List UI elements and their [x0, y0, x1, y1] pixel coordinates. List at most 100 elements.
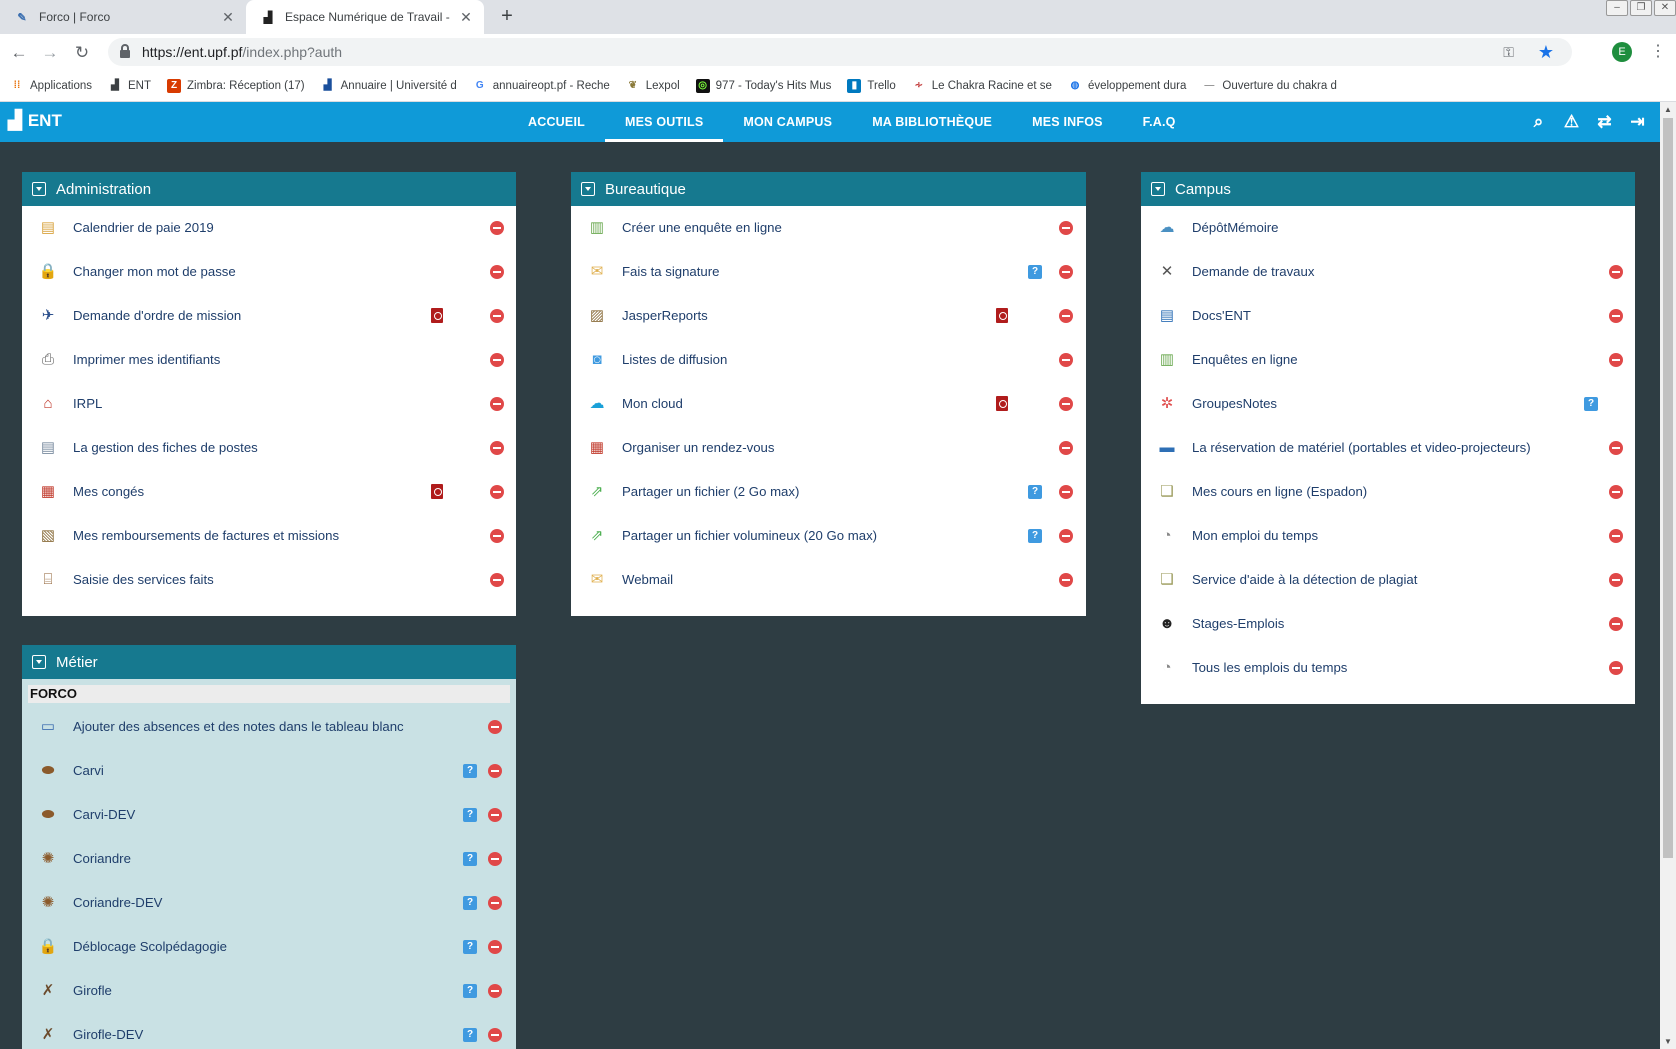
help-info-icon[interactable]: ?: [463, 896, 477, 910]
collapse-toggle-icon[interactable]: [1151, 182, 1165, 196]
list-item[interactable]: ▤ Docs'ENT: [1141, 294, 1635, 338]
help-info-icon[interactable]: ?: [1028, 485, 1042, 499]
list-item-label[interactable]: Enquêtes en ligne: [1192, 338, 1298, 382]
list-item[interactable]: ⌸ Saisie des services faits: [22, 558, 516, 602]
list-item[interactable]: ◔ Tous les emplois du temps: [1141, 646, 1635, 690]
remove-item-icon[interactable]: [1059, 221, 1073, 235]
list-item-label[interactable]: Organiser un rendez-vous: [622, 426, 774, 470]
list-item-label[interactable]: Coriandre-DEV: [73, 881, 162, 925]
collapse-toggle-icon[interactable]: [581, 182, 595, 196]
remove-item-icon[interactable]: [490, 221, 504, 235]
nav-faq[interactable]: F.A.Q: [1123, 102, 1196, 142]
list-item-label[interactable]: Demande d'ordre de mission: [73, 294, 241, 338]
close-window-icon[interactable]: ✕: [1654, 0, 1676, 16]
pdf-doc-icon[interactable]: [431, 484, 443, 499]
list-item-label[interactable]: Mes remboursements de factures et missio…: [73, 514, 339, 558]
remove-item-icon[interactable]: [490, 397, 504, 411]
remove-item-icon[interactable]: [1059, 397, 1073, 411]
list-item-label[interactable]: Docs'ENT: [1192, 294, 1251, 338]
remove-item-icon[interactable]: [1059, 529, 1073, 543]
remove-item-icon[interactable]: [490, 529, 504, 543]
list-item-label[interactable]: Webmail: [622, 558, 673, 602]
list-item[interactable]: ▤ La gestion des fiches de postes: [22, 426, 516, 470]
minimize-icon[interactable]: –: [1606, 0, 1628, 16]
scrollbar-thumb[interactable]: [1663, 118, 1673, 858]
remove-item-icon[interactable]: [1609, 485, 1623, 499]
remove-item-icon[interactable]: [488, 1028, 502, 1042]
list-item[interactable]: ✺ Coriandre-DEV?: [22, 881, 516, 925]
list-item[interactable]: ⌂ IRPL: [22, 382, 516, 426]
remove-item-icon[interactable]: [490, 485, 504, 499]
logout-icon[interactable]: ⇥: [1621, 112, 1654, 132]
list-item-label[interactable]: Mes congés: [73, 470, 144, 514]
bookmark-applications[interactable]: ⁞⁞ Applications: [10, 79, 92, 93]
nav-ma-bibliotheque[interactable]: MA BIBLIOTHÈQUE: [852, 102, 1012, 142]
bookmark-radio-977[interactable]: ◎ 977 - Today's Hits Mus: [695, 78, 831, 93]
browser-menu-icon[interactable]: ⋮: [1650, 40, 1666, 64]
help-info-icon[interactable]: ?: [463, 984, 477, 998]
list-item-label[interactable]: Fais ta signature: [622, 250, 720, 294]
scroll-down-icon[interactable]: ▼: [1664, 1037, 1672, 1046]
list-item-label[interactable]: La gestion des fiches de postes: [73, 426, 258, 470]
help-info-icon[interactable]: ?: [463, 1028, 477, 1042]
list-item[interactable]: ◔ Mon emploi du temps: [1141, 514, 1635, 558]
list-item-label[interactable]: Partager un fichier volumineux (20 Go ma…: [622, 514, 877, 558]
list-item-label[interactable]: Mon emploi du temps: [1192, 514, 1318, 558]
list-item[interactable]: ▦ Organiser un rendez-vous: [571, 426, 1086, 470]
bookmark-annuaire[interactable]: ▟ Annuaire | Université d: [321, 79, 457, 93]
pdf-doc-icon[interactable]: [996, 308, 1008, 323]
remove-item-icon[interactable]: [1609, 353, 1623, 367]
remove-item-icon[interactable]: [488, 852, 502, 866]
bookmark-lexpol[interactable]: ❦ Lexpol: [626, 79, 680, 93]
list-item[interactable]: ❑ Mes cours en ligne (Espadon): [1141, 470, 1635, 514]
list-item[interactable]: ▨ JasperReports: [571, 294, 1086, 338]
list-item-label[interactable]: Saisie des services faits: [73, 558, 214, 602]
help-info-icon[interactable]: ?: [1028, 529, 1042, 543]
list-item[interactable]: ✉ Webmail: [571, 558, 1086, 602]
bookmark-developpement[interactable]: ◍ éveloppement dura: [1068, 79, 1187, 93]
panel-header[interactable]: Administration: [22, 172, 516, 206]
list-item[interactable]: ▬ La réservation de matériel (portables e…: [1141, 426, 1635, 470]
remove-item-icon[interactable]: [490, 441, 504, 455]
list-item-label[interactable]: DépôtMémoire: [1192, 206, 1279, 250]
remove-item-icon[interactable]: [1609, 661, 1623, 675]
list-item[interactable]: ✉ Fais ta signature?: [571, 250, 1086, 294]
list-item-label[interactable]: Carvi-DEV: [73, 793, 135, 837]
remove-item-icon[interactable]: [488, 896, 502, 910]
restore-icon[interactable]: ❐: [1630, 0, 1652, 16]
list-item-label[interactable]: Partager un fichier (2 Go max): [622, 470, 799, 514]
list-item[interactable]: ▭ Ajouter des absences et des notes dans …: [22, 705, 516, 749]
collapse-toggle-icon[interactable]: [32, 655, 46, 669]
scroll-up-icon[interactable]: ▲: [1664, 105, 1672, 114]
warning-icon[interactable]: ⚠: [1555, 112, 1588, 132]
list-item[interactable]: ❑ Service d'aide à la détection de plagia…: [1141, 558, 1635, 602]
list-item-label[interactable]: IRPL: [73, 382, 102, 426]
collapse-toggle-icon[interactable]: [32, 182, 46, 196]
panel-header[interactable]: Métier: [22, 645, 516, 679]
remove-item-icon[interactable]: [488, 984, 502, 998]
list-item[interactable]: ✗ Girofle?: [22, 969, 516, 1013]
list-item[interactable]: ✺ Coriandre?: [22, 837, 516, 881]
close-tab-icon[interactable]: ✕: [458, 9, 474, 25]
help-info-icon[interactable]: ?: [1028, 265, 1042, 279]
list-item[interactable]: ▥ Enquêtes en ligne: [1141, 338, 1635, 382]
remove-item-icon[interactable]: [1609, 441, 1623, 455]
remove-item-icon[interactable]: [1609, 309, 1623, 323]
list-item[interactable]: ⇗ Partager un fichier volumineux (20 Go m…: [571, 514, 1086, 558]
list-item[interactable]: ☁ DépôtMémoire: [1141, 206, 1635, 250]
list-item[interactable]: 🔒 Déblocage Scolpédagogie?: [22, 925, 516, 969]
remove-item-icon[interactable]: [488, 808, 502, 822]
list-item-label[interactable]: Calendrier de paie 2019: [73, 206, 214, 250]
bookmark-ouverture-chakra[interactable]: — Ouverture du chakra d: [1202, 79, 1336, 93]
remove-item-icon[interactable]: [1059, 485, 1073, 499]
remove-item-icon[interactable]: [1059, 309, 1073, 323]
list-item[interactable]: ⬬ Carvi-DEV?: [22, 793, 516, 837]
remove-item-icon[interactable]: [490, 265, 504, 279]
refresh-icon[interactable]: ⇄: [1588, 112, 1621, 132]
list-item[interactable]: ⇗ Partager un fichier (2 Go max)?: [571, 470, 1086, 514]
help-info-icon[interactable]: ?: [463, 764, 477, 778]
list-item-label[interactable]: GroupesNotes: [1192, 382, 1277, 426]
list-item-label[interactable]: Coriandre: [73, 837, 131, 881]
remove-item-icon[interactable]: [490, 309, 504, 323]
remove-item-icon[interactable]: [490, 353, 504, 367]
